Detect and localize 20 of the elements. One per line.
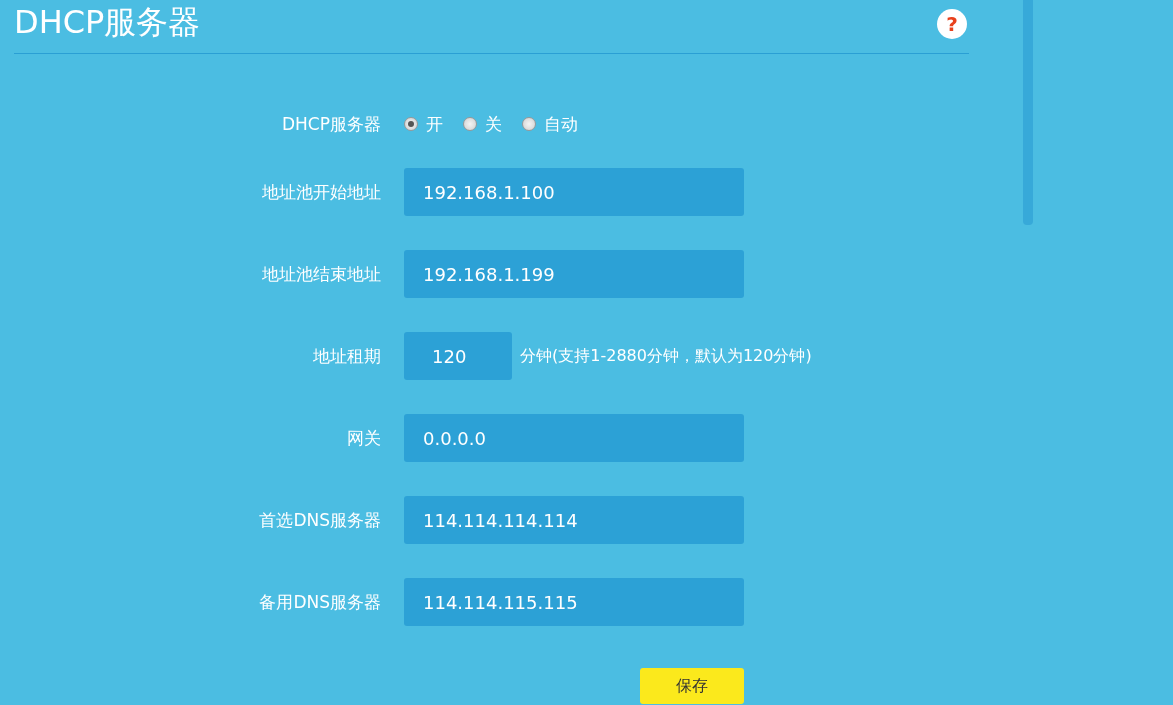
field-label: 地址池开始地址 — [261, 180, 381, 204]
hint-text: 分钟(支持1-2880分钟，默认为120分钟) — [520, 345, 812, 367]
input-field[interactable]: 192.168.1.199 — [404, 250, 744, 298]
field-label: 首选DNS服务器 — [258, 508, 381, 532]
input-field[interactable]: 114.114.115.115 — [404, 578, 744, 626]
input-field[interactable]: 114.114.114.114 — [404, 496, 744, 544]
radio-option[interactable]: 关 — [463, 112, 502, 136]
input-field[interactable]: 0.0.0.0 — [404, 414, 744, 462]
help-icon[interactable]: ? — [937, 8, 967, 39]
input-field[interactable]: 192.168.1.100 — [404, 168, 744, 216]
field-label: 网关 — [346, 426, 381, 450]
field-label: 地址租期 — [312, 344, 381, 368]
radio-option[interactable]: 开 — [404, 112, 443, 136]
save-button[interactable]: 保存 — [640, 668, 744, 704]
input-field[interactable]: 120 — [404, 332, 512, 380]
field-label: 备用DNS服务器 — [258, 590, 381, 614]
field-label: DHCP服务器 — [281, 112, 381, 136]
field-label: 地址池结束地址 — [261, 262, 381, 286]
radio-option[interactable]: 自动 — [522, 112, 578, 136]
page-title: DHCP服务器 — [14, 2, 201, 42]
